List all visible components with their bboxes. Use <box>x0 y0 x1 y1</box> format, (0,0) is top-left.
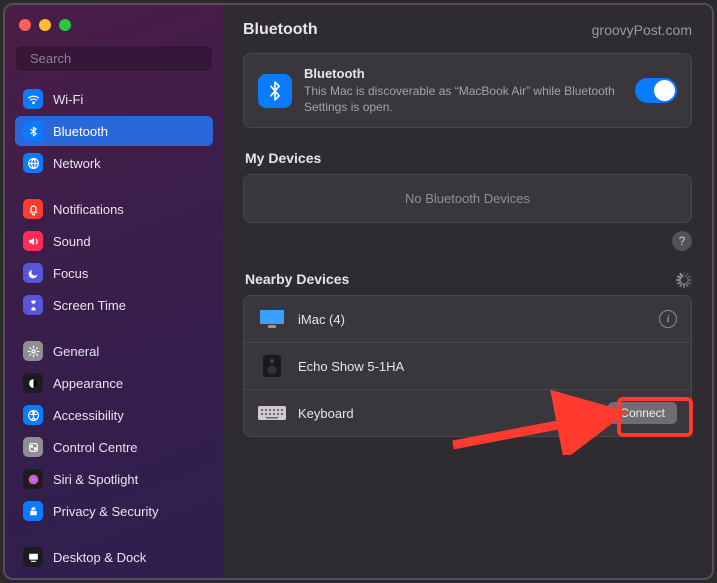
sidebar-item-label: Desktop & Dock <box>53 550 146 565</box>
hourglass-icon <box>23 295 43 315</box>
device-label: Keyboard <box>298 406 596 421</box>
sidebar-item-appearance[interactable]: Appearance <box>15 368 213 398</box>
nearby-devices-list: iMac (4) i Echo Show 5-1HA Keyboard Connect <box>243 295 692 437</box>
device-info-button[interactable]: i <box>659 310 677 328</box>
window-controls <box>15 13 213 45</box>
bluetooth-icon <box>23 121 43 141</box>
device-row-echo[interactable]: Echo Show 5-1HA <box>244 342 691 389</box>
content-pane: Bluetooth groovyPost.com Bluetooth This … <box>223 5 712 578</box>
bluetooth-description: This Mac is discoverable as “MacBook Air… <box>304 83 623 115</box>
nearby-devices-heading: Nearby Devices <box>245 271 349 287</box>
sidebar-item-privacy[interactable]: Privacy & Security <box>15 496 213 526</box>
sidebar-item-network[interactable]: Network <box>15 148 213 178</box>
watermark: groovyPost.com <box>592 22 692 38</box>
sidebar-item-siri[interactable]: Siri & Spotlight <box>15 464 213 494</box>
sidebar-item-label: General <box>53 344 99 359</box>
sidebar-item-screentime[interactable]: Screen Time <box>15 290 213 320</box>
wifi-icon <box>23 89 43 109</box>
moon-icon <box>23 263 43 283</box>
zoom-window[interactable] <box>59 19 71 31</box>
sidebar-item-label: Accessibility <box>53 408 124 423</box>
sidebar-item-controlcentre[interactable]: Control Centre <box>15 432 213 462</box>
device-display-icon <box>258 308 286 330</box>
close-window[interactable] <box>19 19 31 31</box>
appearance-icon <box>23 373 43 393</box>
sidebar-item-label: Wi-Fi <box>53 92 83 107</box>
sidebar-item-notifications[interactable]: Notifications <box>15 194 213 224</box>
dock-icon <box>23 547 43 567</box>
scanning-spinner <box>676 272 692 288</box>
device-row-keyboard[interactable]: Keyboard Connect <box>244 389 691 436</box>
bluetooth-toggle[interactable] <box>635 78 677 103</box>
sidebar-item-label: Privacy & Security <box>53 504 158 519</box>
sidebar-item-label: Sound <box>53 234 91 249</box>
bluetooth-status-panel: Bluetooth This Mac is discoverable as “M… <box>243 53 692 128</box>
help-button[interactable]: ? <box>672 231 692 251</box>
search-input[interactable] <box>30 51 206 66</box>
my-devices-list: No Bluetooth Devices <box>243 174 692 223</box>
sidebar-item-displays[interactable]: Displays <box>15 574 213 578</box>
sidebar-item-label: Notifications <box>53 202 124 217</box>
sidebar-item-sound[interactable]: Sound <box>15 226 213 256</box>
sidebar-item-bluetooth[interactable]: Bluetooth <box>15 116 213 146</box>
sidebar-item-label: Siri & Spotlight <box>53 472 138 487</box>
sidebar-item-accessibility[interactable]: Accessibility <box>15 400 213 430</box>
sidebar-item-label: Focus <box>53 266 88 281</box>
sidebar-item-general[interactable]: General <box>15 336 213 366</box>
page-title: Bluetooth <box>243 21 318 39</box>
bluetooth-icon <box>258 74 292 108</box>
sidebar-item-wifi[interactable]: Wi-Fi <box>15 84 213 114</box>
connect-button[interactable]: Connect <box>608 402 677 424</box>
sliders-icon <box>23 437 43 457</box>
device-keyboard-icon <box>258 402 286 424</box>
my-devices-empty: No Bluetooth Devices <box>244 175 691 222</box>
search-field[interactable] <box>15 45 213 72</box>
gear-icon <box>23 341 43 361</box>
sidebar-item-label: Network <box>53 156 101 171</box>
accessibility-icon <box>23 405 43 425</box>
sidebar-item-desktop[interactable]: Desktop & Dock <box>15 542 213 572</box>
sidebar-item-label: Screen Time <box>53 298 126 313</box>
device-label: Echo Show 5-1HA <box>298 359 677 374</box>
bell-icon <box>23 199 43 219</box>
siri-icon <box>23 469 43 489</box>
speaker-icon <box>23 231 43 251</box>
sidebar-item-label: Bluetooth <box>53 124 108 139</box>
sidebar: Wi-Fi Bluetooth Network Notifications Sound F… <box>5 5 223 578</box>
minimize-window[interactable] <box>39 19 51 31</box>
sidebar-item-label: Control Centre <box>53 440 138 455</box>
device-speaker-icon <box>258 355 286 377</box>
bluetooth-title: Bluetooth <box>304 66 623 81</box>
sidebar-item-label: Appearance <box>53 376 123 391</box>
hand-icon <box>23 501 43 521</box>
globe-icon <box>23 153 43 173</box>
sidebar-item-focus[interactable]: Focus <box>15 258 213 288</box>
device-label: iMac (4) <box>298 312 647 327</box>
my-devices-heading: My Devices <box>245 150 690 166</box>
device-row-imac[interactable]: iMac (4) i <box>244 296 691 342</box>
